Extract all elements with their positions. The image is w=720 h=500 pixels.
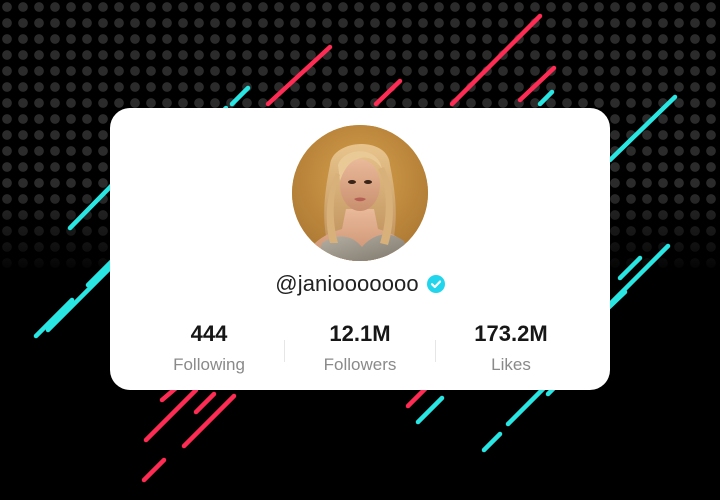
stat-label-following: Following	[173, 355, 245, 374]
cyan-streak	[607, 94, 678, 163]
stat-followers[interactable]: 12.1M Followers	[285, 320, 435, 376]
avatar[interactable]	[292, 125, 428, 261]
cyan-streak	[415, 395, 445, 425]
stat-value-following: 444	[190, 321, 228, 346]
cyan-streak	[229, 85, 251, 107]
stat-label-followers: Followers	[323, 355, 397, 374]
red-streak	[181, 393, 237, 449]
cyan-streak	[33, 297, 75, 339]
cyan-streak	[481, 431, 503, 453]
red-streak	[373, 78, 403, 107]
stat-following[interactable]: 444 Following	[134, 320, 284, 376]
stat-likes[interactable]: 173.2M Likes	[436, 320, 586, 376]
red-streak	[143, 387, 199, 443]
scene-background: @janiooooooo 444 Following 12.1M Followe…	[0, 0, 720, 500]
avatar-photo	[292, 125, 428, 261]
stat-value-followers: 12.1M	[329, 321, 391, 346]
cyan-streak	[45, 265, 113, 333]
username-row: @janiooooooo	[110, 268, 610, 300]
cyan-streak	[537, 89, 555, 107]
verified-check-icon	[426, 275, 445, 293]
red-streak	[193, 391, 217, 415]
stat-value-likes: 173.2M	[474, 321, 548, 346]
profile-stats: 444 Following 12.1M Followers 173.2M Lik…	[134, 320, 586, 380]
red-streak	[265, 44, 333, 107]
profile-card: @janiooooooo 444 Following 12.1M Followe…	[110, 108, 610, 390]
red-streak	[141, 457, 167, 483]
cyan-streak	[505, 381, 551, 427]
username[interactable]: @janiooooooo	[275, 271, 418, 297]
stat-label-likes: Likes	[491, 355, 531, 374]
